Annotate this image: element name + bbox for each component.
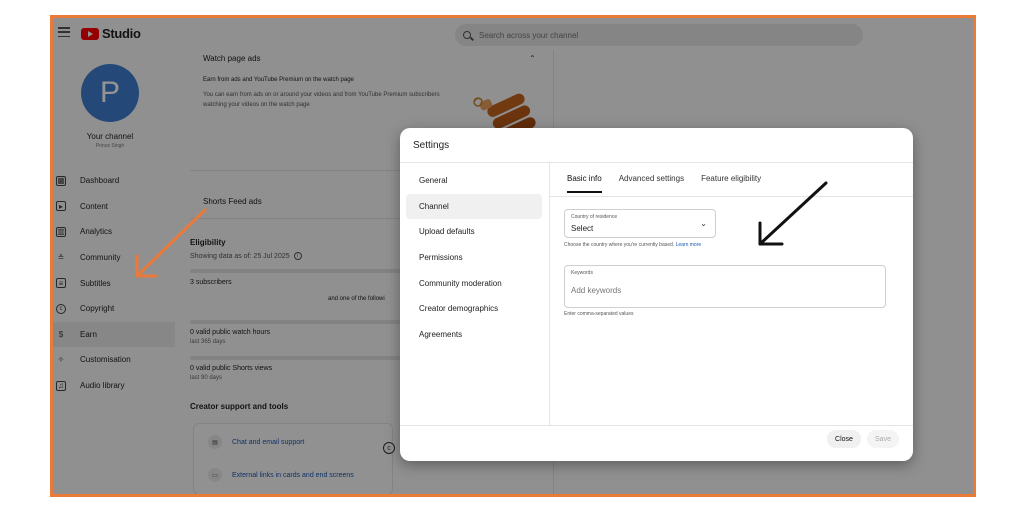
save-button[interactable]: Save: [867, 430, 899, 448]
settings-nav-agreements[interactable]: Agreements: [406, 322, 542, 348]
settings-nav-permissions[interactable]: Permissions: [406, 245, 542, 271]
keywords-input[interactable]: [571, 286, 871, 295]
country-help: Choose the country where you're currentl…: [564, 242, 701, 248]
tabs-divider: [550, 196, 913, 197]
keywords-label: Keywords: [571, 270, 593, 276]
studio-app: Studio P Your channel Prince Singh ▦Dash…: [53, 18, 973, 494]
dialog-nav-divider: [549, 163, 550, 425]
dialog-title: Settings: [413, 140, 450, 151]
country-value: Select: [571, 224, 594, 233]
settings-nav-community-moderation[interactable]: Community moderation: [406, 270, 542, 296]
settings-nav-upload-defaults[interactable]: Upload defaults: [406, 219, 542, 245]
settings-nav-general[interactable]: General: [406, 168, 542, 194]
settings-dialog: Settings General Channel Upload defaults…: [400, 128, 913, 461]
tab-advanced-settings[interactable]: Advanced settings: [611, 174, 692, 193]
country-select[interactable]: Country of residence Select ⌄: [564, 209, 716, 238]
settings-nav-creator-demographics[interactable]: Creator demographics: [406, 296, 542, 322]
settings-nav-channel[interactable]: Channel: [406, 193, 542, 220]
settings-tabs: Basic info Advanced settings Feature eli…: [559, 174, 770, 193]
tab-basic-info[interactable]: Basic info: [559, 174, 610, 193]
close-button[interactable]: Close: [827, 430, 861, 448]
settings-nav: General Channel Upload defaults Permissi…: [406, 168, 542, 347]
keywords-help: Enter comma-separated values: [564, 311, 634, 317]
country-help-text: Choose the country where you're currentl…: [564, 242, 675, 248]
learn-more-link[interactable]: Learn more: [676, 242, 702, 248]
screenshot-frame: Studio P Your channel Prince Singh ▦Dash…: [50, 15, 976, 497]
chevron-down-icon: ⌄: [700, 219, 707, 228]
country-label: Country of residence: [571, 214, 618, 220]
keywords-field[interactable]: Keywords: [564, 265, 886, 308]
dialog-header-divider: [400, 162, 913, 163]
tab-feature-eligibility[interactable]: Feature eligibility: [693, 174, 769, 193]
dialog-footer-divider: [400, 425, 913, 426]
